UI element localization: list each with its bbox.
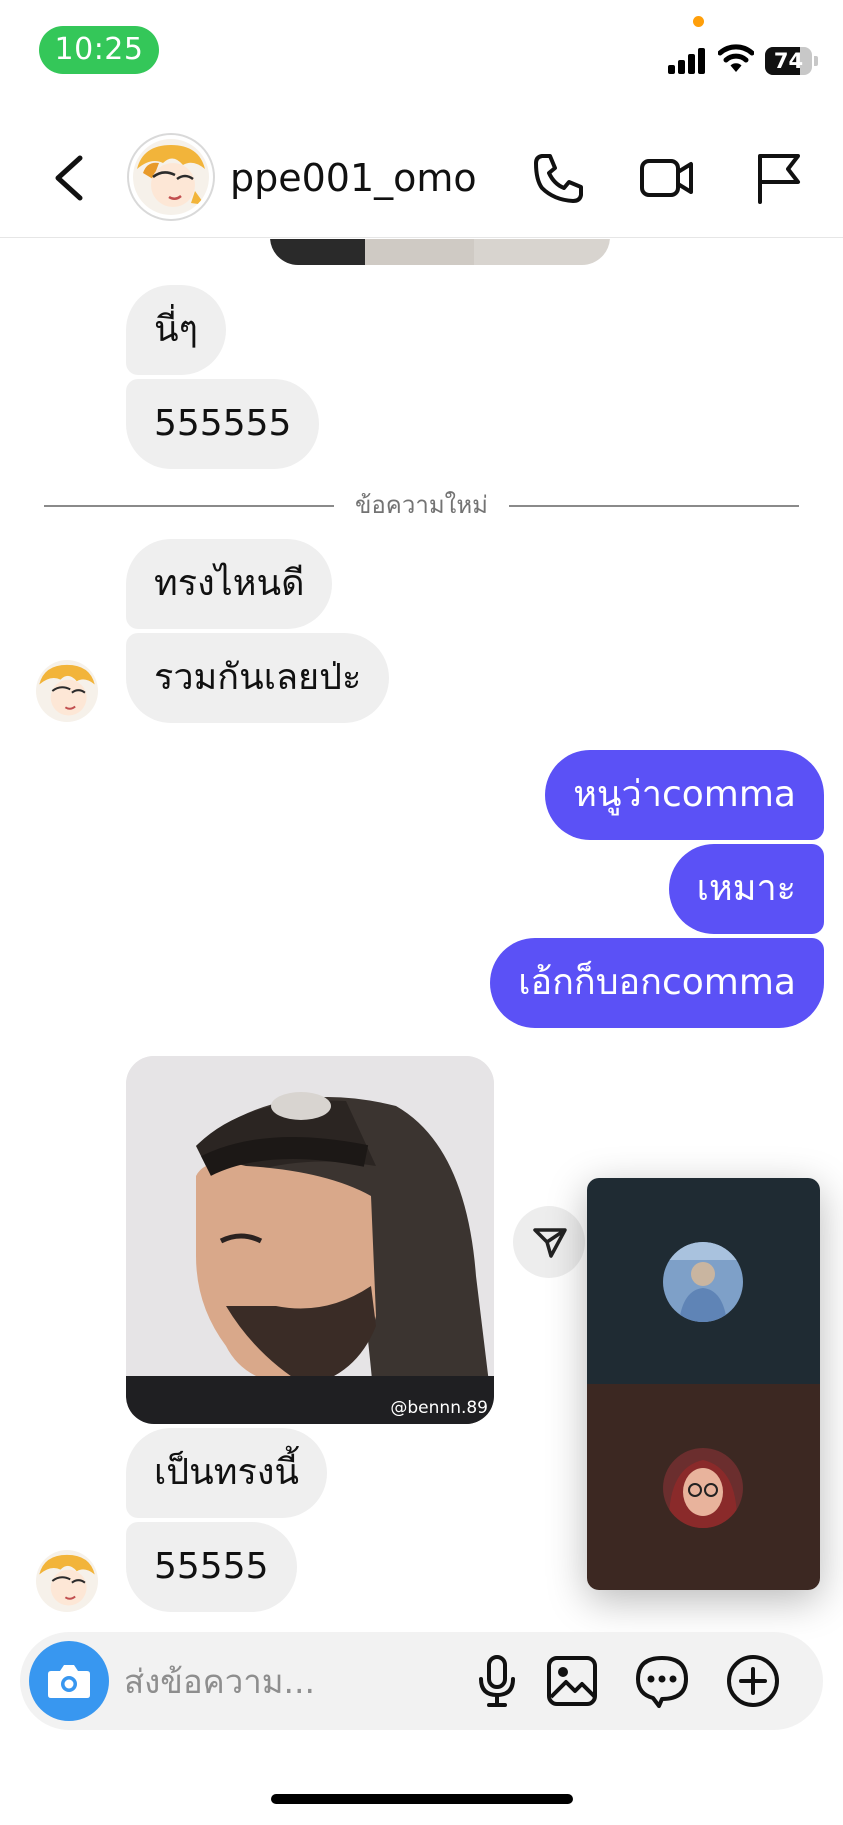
- status-time[interactable]: 10:25: [39, 26, 159, 74]
- incoming-message[interactable]: เป็นทรงนี้: [126, 1428, 328, 1518]
- previous-media-message[interactable]: [270, 239, 610, 265]
- battery-icon: 74: [765, 47, 818, 75]
- anime-avatar-image: [133, 139, 209, 215]
- remote-participant-avatar: [663, 1242, 743, 1322]
- incoming-message[interactable]: รวมกันเลยป่ะ: [126, 633, 390, 723]
- new-messages-divider: ข้อความใหม่: [44, 489, 799, 521]
- incoming-message[interactable]: นี่ๆ: [126, 285, 226, 375]
- sender-avatar[interactable]: [36, 1550, 98, 1612]
- message-composer: [20, 1632, 823, 1730]
- gallery-icon[interactable]: [542, 1651, 602, 1711]
- paper-plane-icon: [533, 1228, 567, 1258]
- anime-avatar-image: [36, 660, 98, 722]
- privacy-indicator-dot: [693, 16, 704, 27]
- photo-watermark: @bennn.89: [390, 1398, 488, 1418]
- camera-button[interactable]: [29, 1641, 109, 1721]
- anime-avatar-image: [36, 1550, 98, 1612]
- new-messages-label: ข้อความใหม่: [354, 491, 488, 519]
- battery-percentage: 74: [773, 49, 804, 73]
- outgoing-message[interactable]: หนูว่าcomma: [545, 750, 824, 840]
- haircut-photo: [126, 1056, 494, 1424]
- self-view-avatar: [663, 1448, 743, 1528]
- contact-avatar[interactable]: [127, 133, 215, 221]
- phone-icon[interactable]: [528, 148, 588, 208]
- sticker-icon[interactable]: [632, 1651, 692, 1711]
- message-input[interactable]: [124, 1646, 454, 1716]
- sender-avatar[interactable]: [36, 660, 98, 722]
- back-chevron-icon[interactable]: [46, 150, 98, 206]
- incoming-message[interactable]: ทรงไหนดี: [126, 539, 333, 629]
- outgoing-message[interactable]: เอ้กก็บอกcomma: [490, 938, 824, 1028]
- remote-participant-tile: [587, 1178, 820, 1384]
- plus-icon[interactable]: [723, 1651, 783, 1711]
- contact-username[interactable]: ppe001_omo: [230, 154, 477, 202]
- camera-icon: [48, 1665, 90, 1698]
- outgoing-message[interactable]: เหมาะ: [668, 844, 824, 934]
- shared-photo-message[interactable]: @bennn.89: [126, 1056, 494, 1424]
- video-camera-icon[interactable]: [637, 148, 697, 208]
- incoming-message[interactable]: 555555: [126, 379, 320, 469]
- chat-header: ppe001_omo: [0, 120, 843, 238]
- self-view-tile: [587, 1384, 820, 1590]
- microphone-icon[interactable]: [467, 1651, 527, 1711]
- cellular-signal-icon: [668, 46, 708, 74]
- incoming-message[interactable]: 55555: [126, 1522, 297, 1612]
- status-bar: 10:25 74: [0, 0, 843, 100]
- flag-icon[interactable]: [748, 148, 808, 208]
- home-indicator[interactable]: [271, 1794, 573, 1804]
- share-button[interactable]: [513, 1206, 585, 1278]
- video-call-pip[interactable]: [587, 1178, 820, 1590]
- wifi-icon: [718, 44, 754, 72]
